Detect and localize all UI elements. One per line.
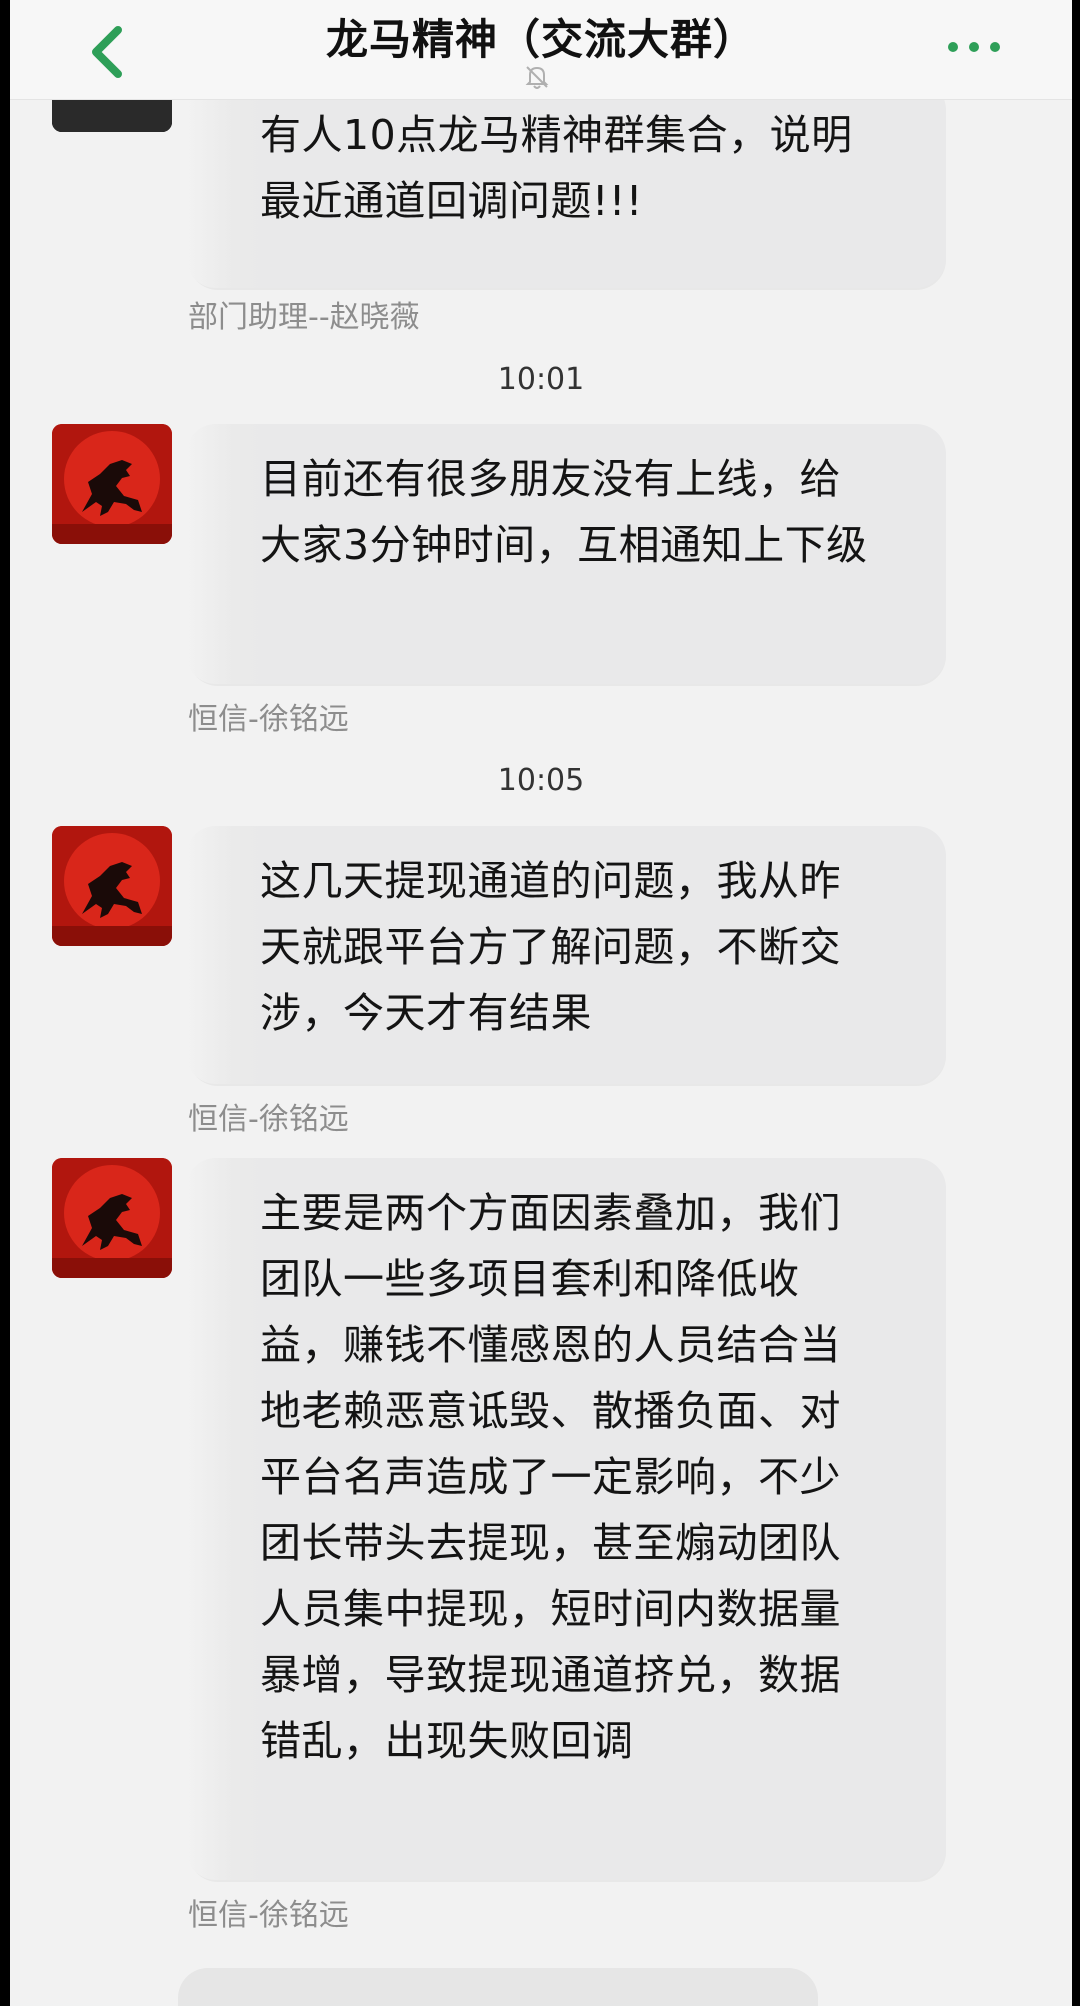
- horse-avatar-image: [52, 1158, 172, 1278]
- message-bubble[interactable]: 目前还有很多朋友没有上线，给大家3分钟时间，互相通知上下级: [186, 424, 946, 684]
- chat-header: 龙马精神（交流大群）: [10, 0, 1072, 100]
- message-text: 这几天提现通道的问题，我从昨天就跟平台方了解问题，不断交涉，今天才有结果: [260, 857, 841, 1037]
- message-text: 目前还有很多朋友没有上线，给大家3分钟时间，互相通知上下级: [260, 455, 868, 569]
- avatar[interactable]: [52, 424, 172, 544]
- message-bubble[interactable]: [178, 1968, 818, 2006]
- sender-name: 部门助理--赵晓薇: [188, 300, 420, 335]
- timestamp: 10:05: [497, 763, 585, 798]
- chat-title: 龙马精神（交流大群）: [325, 15, 756, 64]
- bell-muted-icon: [522, 62, 552, 92]
- horse-avatar-image: [52, 826, 172, 946]
- avatar[interactable]: [52, 826, 172, 946]
- message-bubble[interactable]: 这几天提现通道的问题，我从昨天就跟平台方了解问题，不断交涉，今天才有结果: [186, 826, 946, 1084]
- avatar[interactable]: [52, 1158, 172, 1278]
- more-dots-icon[interactable]: [944, 30, 1004, 60]
- message-bubble[interactable]: 主要是两个方面因素叠加，我们团队一些多项目套利和降低收益，赚钱不懂感恩的人员结合…: [186, 1158, 946, 1880]
- horse-avatar-image: [52, 424, 172, 544]
- message-list[interactable]: 有人10点龙马精神群集合，说明最近通道回调问题!!! 部门助理--赵晓薇 10:…: [10, 0, 1072, 2006]
- message-text: 主要是两个方面因素叠加，我们团队一些多项目套利和降低收益，赚钱不懂感恩的人员结合…: [260, 1189, 841, 1765]
- message-bubble[interactable]: 有人10点龙马精神群集合，说明最近通道回调问题!!!: [186, 80, 946, 288]
- message-text: 有人10点龙马精神群集合，说明最近通道回调问题!!!: [260, 111, 853, 225]
- sender-name: 恒信-徐铭远: [188, 1102, 349, 1137]
- sender-name: 恒信-徐铭远: [188, 1898, 349, 1933]
- timestamp: 10:01: [497, 362, 585, 397]
- sender-name: 恒信-徐铭远: [188, 702, 349, 737]
- chat-screen: 有人10点龙马精神群集合，说明最近通道回调问题!!! 部门助理--赵晓薇 10:…: [10, 0, 1072, 2006]
